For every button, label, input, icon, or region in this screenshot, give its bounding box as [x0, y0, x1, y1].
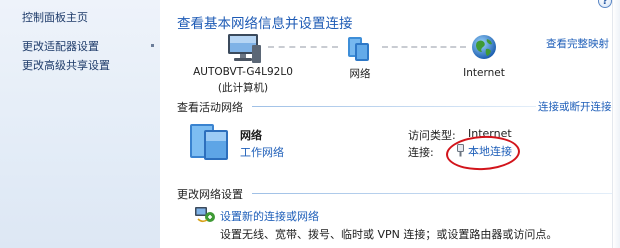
sidebar-item-adapter-settings[interactable]: 更改适配器设置	[22, 38, 99, 54]
computer-subtitle: (此计算机)	[217, 82, 269, 94]
network-label: 网络	[349, 68, 371, 80]
left-nav-pane: 控制面板主页 更改适配器设置 更改高级共享设置	[0, 0, 160, 248]
change-settings-heading: 更改网络设置	[177, 188, 243, 201]
connection-label: 连接:	[408, 146, 434, 159]
main-content: ? 查看基本网络信息并设置连接 查看完整映射 AUTOBVT-G4L92L0 (…	[160, 0, 620, 248]
help-icon[interactable]: ?	[598, 0, 612, 8]
computer-icon[interactable]	[226, 33, 262, 65]
active-networks-heading: 查看活动网络	[177, 101, 243, 114]
active-network-name: 网络	[240, 129, 262, 142]
highlight-annotation	[445, 134, 521, 172]
computer-name: AUTOBVT-G4L92L0	[193, 66, 293, 78]
setup-new-connection-link[interactable]: 设置新的连接或网络	[220, 208, 319, 224]
globe-icon[interactable]	[470, 33, 498, 61]
network-type-link[interactable]: 工作网络	[240, 144, 284, 160]
section-divider	[252, 193, 612, 194]
sidebar-item-advanced-sharing[interactable]: 更改高级共享设置	[22, 57, 110, 73]
section-divider	[252, 106, 536, 107]
control-panel-home-link[interactable]: 控制面板主页	[22, 9, 88, 25]
map-link-computer-network	[268, 46, 338, 48]
divider-dot	[151, 44, 154, 47]
connect-disconnect-link[interactable]: 连接或断开连接	[538, 99, 612, 114]
active-network-icon	[190, 124, 228, 160]
access-type-label: 访问类型:	[408, 129, 456, 142]
map-link-network-internet	[382, 46, 466, 48]
scrollbar[interactable]	[612, 0, 620, 248]
see-full-map-link[interactable]: 查看完整映射	[546, 36, 609, 51]
network-icon[interactable]	[345, 35, 373, 63]
internet-label: Internet	[463, 67, 505, 79]
setup-description: 设置无线、宽带、拨号、临时或 VPN 连接；或设置路由器或访问点。	[220, 228, 558, 241]
page-title: 查看基本网络信息并设置连接	[177, 16, 353, 32]
new-connection-icon	[195, 207, 215, 223]
